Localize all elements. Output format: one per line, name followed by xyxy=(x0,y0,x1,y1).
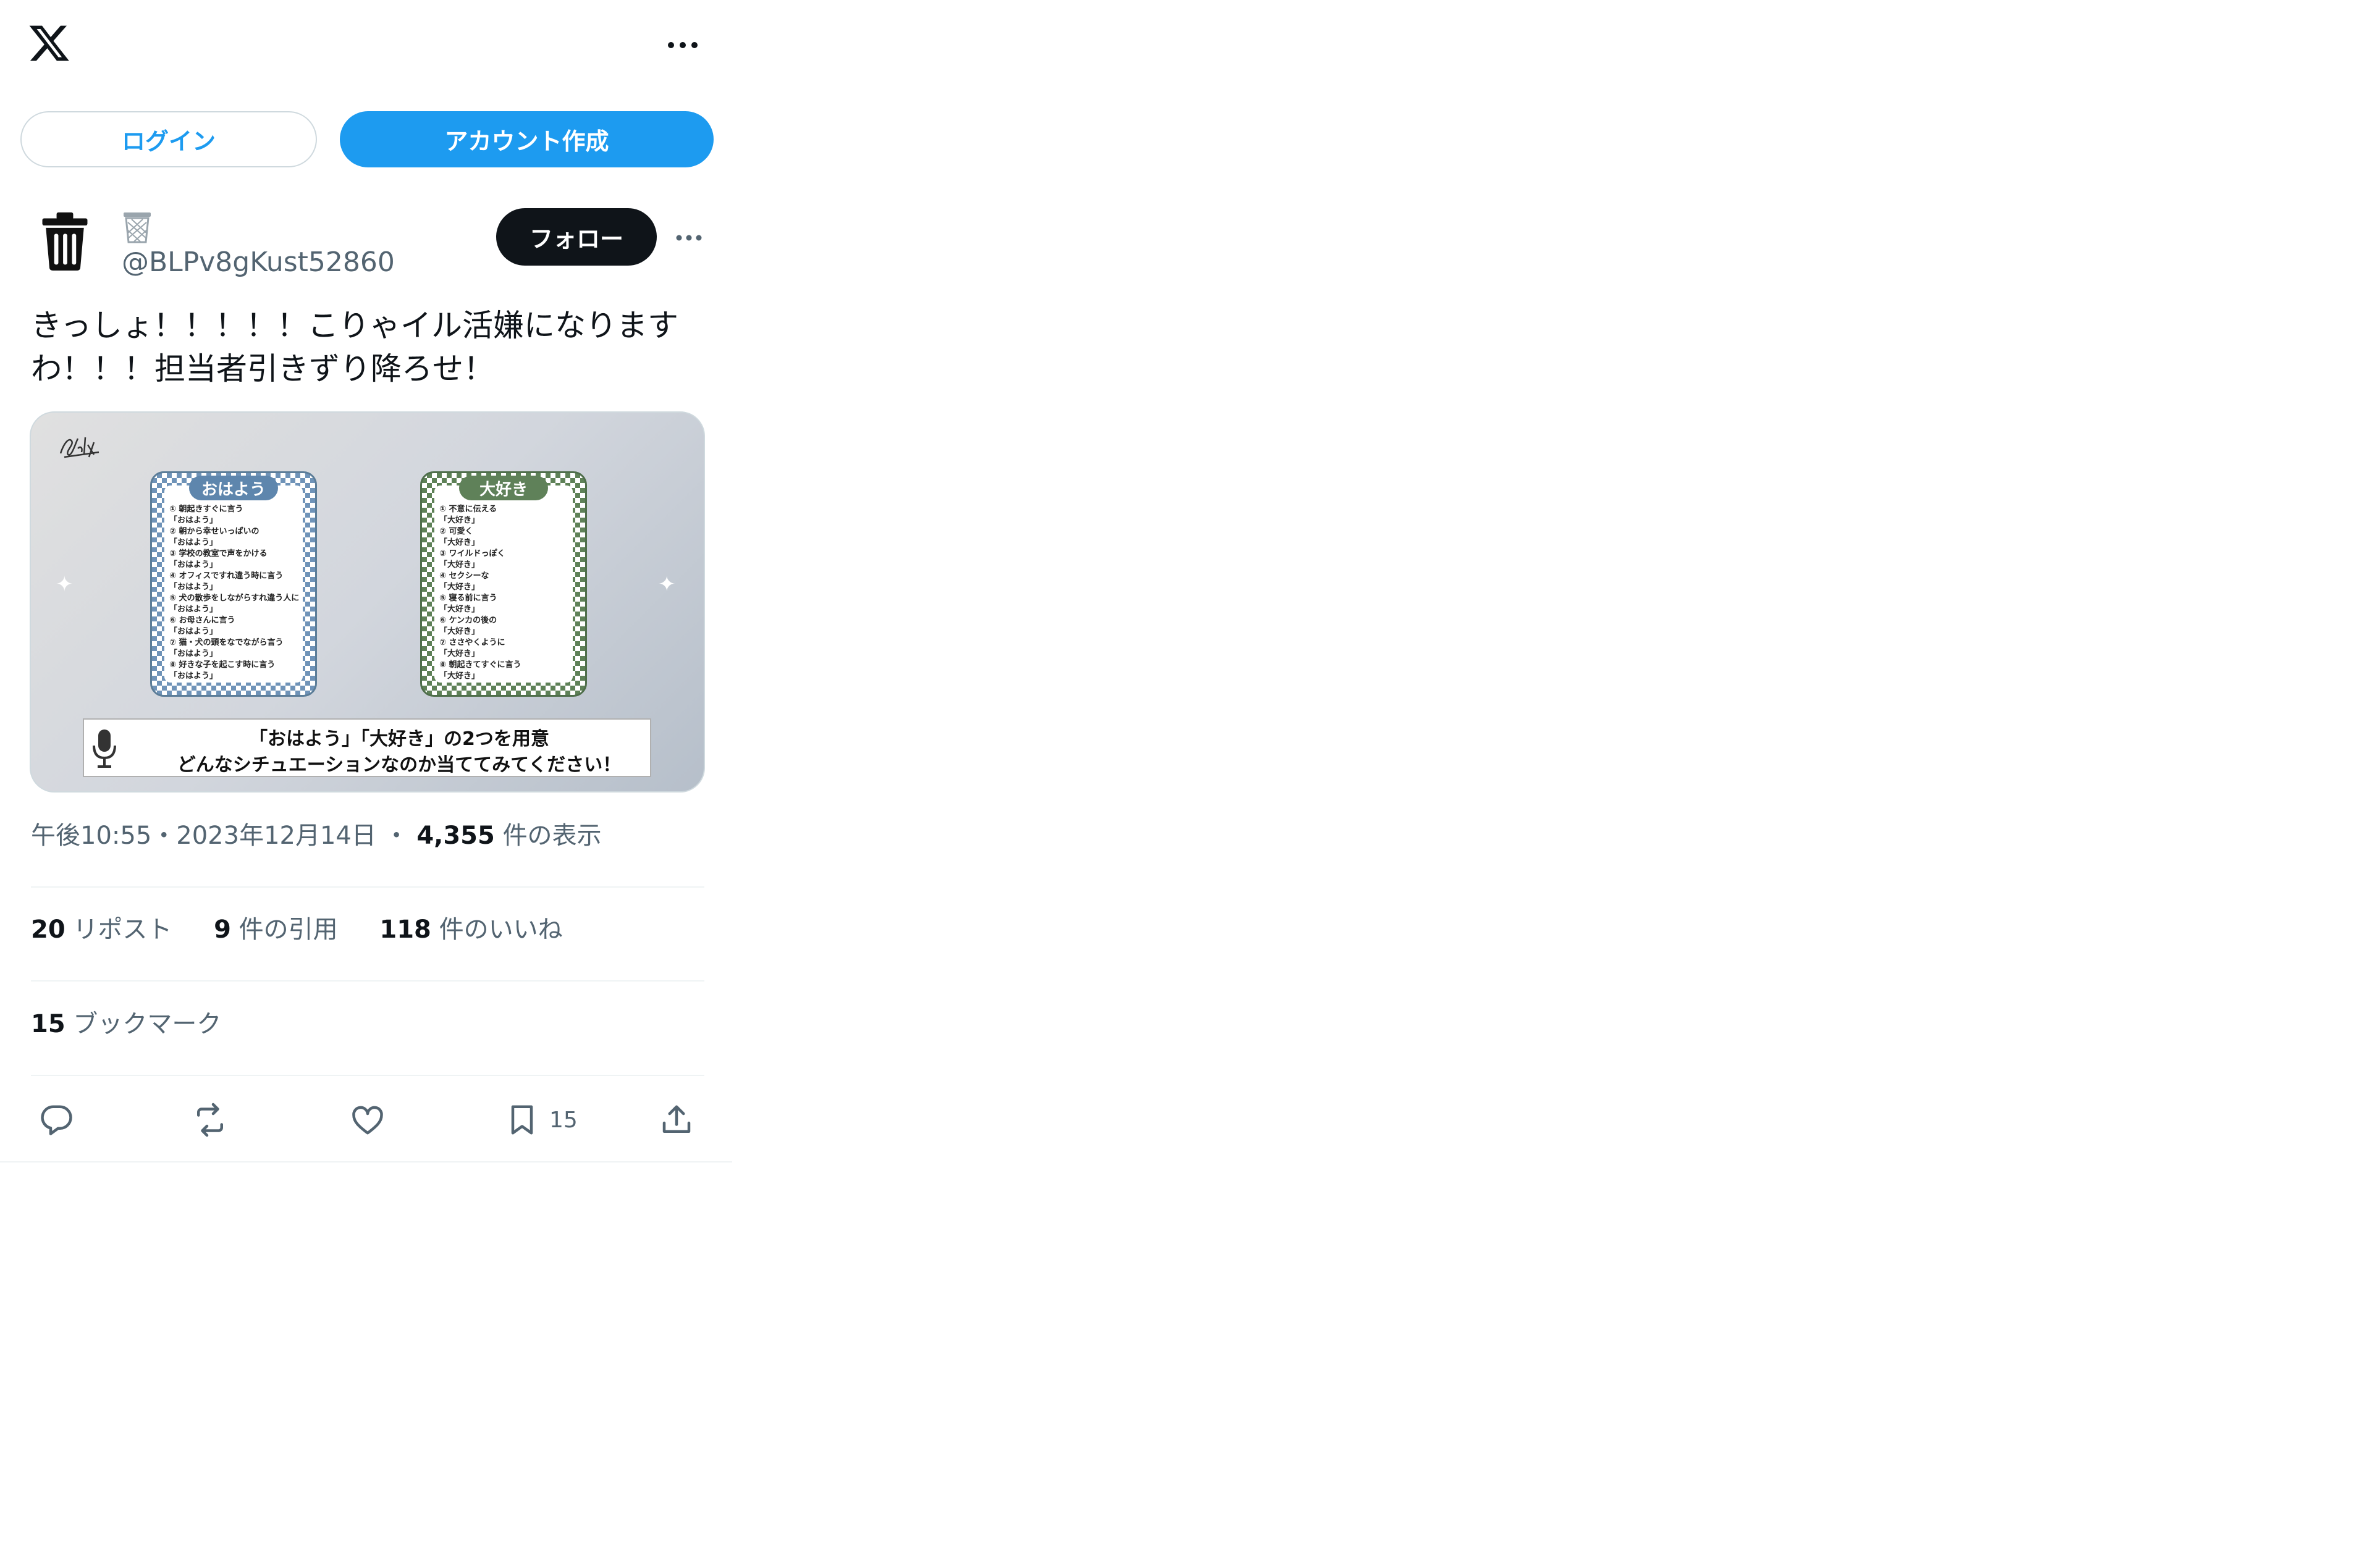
divider xyxy=(31,980,704,982)
top-header xyxy=(0,0,732,93)
post-text: きっしょ！！！！！こりゃイル活嫌になりますわ！！！担当者引きずり降ろせ！ xyxy=(31,308,678,387)
card-line: 「おはよう」 xyxy=(169,605,218,614)
card-daisuki: 大好き ① 不意に伝える 「大好き」 ② 可愛く 「大好き」 ③ ワイルドっぽく… xyxy=(420,471,587,697)
image-caption-box: 「おはよう」「大好き」の2つを用意 どんなシチュエーションなのか当ててみてくださ… xyxy=(83,718,651,777)
card-line: ④ オフィスですれ違う時に言う xyxy=(169,571,284,581)
card-line: ③ ワイルドっぽく xyxy=(439,549,505,558)
repost-icon xyxy=(197,1103,223,1137)
card-line: 「おはよう」 xyxy=(169,560,218,570)
card-line: 「大好き」 xyxy=(439,582,480,592)
meta-separator: ・ xyxy=(384,822,409,850)
caption-line-1: 「おはよう」「大好き」の2つを用意 xyxy=(249,728,549,750)
signature-mark xyxy=(59,437,99,458)
card-line: 「大好き」 xyxy=(439,538,480,547)
bookmarks-label: ブックマーク xyxy=(73,1010,222,1038)
card-line: ④ セクシーな xyxy=(439,571,489,581)
post-meta: 午後10:55・2023年12月14日 ・ 4,355 件の表示 xyxy=(31,820,602,851)
post-detail-column: ログイン アカウント作成 @BLPv8gKust52860 フォロー きっしょ！… xyxy=(0,0,732,1162)
likes-stat[interactable]: 118 件のいいね xyxy=(379,915,562,944)
card-line: ⑤ 犬の散歩をしながらすれ違う人に xyxy=(169,594,300,603)
post-date[interactable]: 2023年12月14日 xyxy=(176,822,376,850)
more-horizontal-icon[interactable] xyxy=(661,30,704,61)
action-bar: 15 xyxy=(0,1087,732,1152)
bookmarks-count: 15 xyxy=(31,1010,65,1038)
avatar[interactable] xyxy=(31,207,99,275)
card-line: 「大好き」 xyxy=(439,605,480,614)
bookmark-button[interactable]: 15 xyxy=(504,1101,578,1139)
sparkle-right-icon: ✦ xyxy=(658,572,676,597)
card-line: ⑦ 猫・犬の頭をなでながら言う xyxy=(169,638,284,647)
card-line: 「おはよう」 xyxy=(169,582,218,592)
card-line: ⑦ ささやくように xyxy=(439,638,505,647)
likes-count: 118 xyxy=(379,915,431,944)
engagement-stats: 20 リポスト 9 件の引用 118 件のいいね xyxy=(31,914,597,945)
reposts-stat[interactable]: 20 リポスト xyxy=(31,915,172,944)
divider xyxy=(0,1161,732,1162)
divider xyxy=(31,1075,704,1076)
x-logo-icon[interactable] xyxy=(28,22,71,65)
card-line: 「おはよう」 xyxy=(169,627,218,636)
card-line: 「大好き」 xyxy=(439,560,480,570)
repost-button[interactable] xyxy=(192,1101,229,1139)
quotes-count: 9 xyxy=(214,915,231,944)
card-line: 「大好き」 xyxy=(439,649,480,658)
card-line: ① 朝起きすぐに言う xyxy=(169,505,243,514)
quotes-label: 件の引用 xyxy=(238,915,338,944)
share-button[interactable] xyxy=(658,1101,695,1139)
card-line: 「大好き」 xyxy=(439,516,480,525)
view-count: 4,355 xyxy=(416,822,495,850)
microphone-icon xyxy=(93,729,116,768)
login-button[interactable]: ログイン xyxy=(20,111,317,167)
reply-button[interactable] xyxy=(38,1101,75,1139)
heart-icon xyxy=(352,1106,383,1135)
reposts-count: 20 xyxy=(31,915,65,944)
wastebasket-emoji xyxy=(124,212,151,243)
auth-buttons: ログイン アカウント作成 xyxy=(20,111,714,170)
card-line: 「大好き」 xyxy=(439,627,480,636)
share-icon xyxy=(662,1105,691,1133)
bookmark-count: 15 xyxy=(549,1107,578,1133)
meta-separator: ・ xyxy=(151,822,177,850)
caption-line-2: どんなシチュエーションなのか当ててみてください！ xyxy=(177,754,622,776)
card-line: ② 朝から幸せいっぱいの xyxy=(169,527,260,536)
card-line: ⑧ 好きな子を起こす時に言う xyxy=(169,660,276,670)
card-daisuki-title: 大好き xyxy=(459,476,548,500)
view-count-label: 件の表示 xyxy=(502,822,602,850)
reposts-label: リポスト xyxy=(73,915,172,944)
post-image[interactable]: ✦ ✦ おはよう ① 朝起きすぐに言う 「おはよう」 ② 朝から幸せいっぱいの … xyxy=(30,411,705,793)
card-line: ② 可愛く xyxy=(439,527,473,536)
card-line: 「おはよう」 xyxy=(169,538,218,547)
bookmarks-stat[interactable]: 15 ブックマーク xyxy=(31,1009,221,1040)
card-daisuki-body: ① 不意に伝える 「大好き」 ② 可愛く 「大好き」 ③ ワイルドっぽく 「大好… xyxy=(434,486,573,683)
sparkle-left-icon: ✦ xyxy=(56,572,74,597)
card-ohayou-body: ① 朝起きすぐに言う 「おはよう」 ② 朝から幸せいっぱいの 「おはよう」 ③ … xyxy=(164,486,303,683)
quotes-stat[interactable]: 9 件の引用 xyxy=(214,915,338,944)
card-ohayou: おはよう ① 朝起きすぐに言う 「おはよう」 ② 朝から幸せいっぱいの 「おはよ… xyxy=(150,471,317,697)
card-line: ⑥ ケンカの後の xyxy=(439,616,497,625)
card-line: 「おはよう」 xyxy=(169,671,218,681)
user-handle[interactable]: @BLPv8gKust52860 xyxy=(122,246,395,279)
follow-button[interactable]: フォロー xyxy=(496,208,657,266)
post-time[interactable]: 午後10:55 xyxy=(31,822,151,850)
trash-icon xyxy=(42,212,88,271)
reply-icon xyxy=(41,1105,72,1135)
divider xyxy=(31,886,704,888)
like-button[interactable] xyxy=(349,1101,386,1139)
post-more-icon[interactable] xyxy=(670,225,707,250)
display-name[interactable] xyxy=(122,210,153,245)
card-line: ⑥ お母さんに言う xyxy=(169,616,235,625)
card-line: ⑤ 寝る前に言う xyxy=(439,594,497,603)
card-line: ⑧ 朝起きてすぐに言う xyxy=(439,660,521,670)
card-ohayou-title: おはよう xyxy=(189,476,278,500)
card-line: ③ 学校の教室で声をかける xyxy=(169,549,268,558)
card-line: 「おはよう」 xyxy=(169,649,218,658)
card-line: 「おはよう」 xyxy=(169,516,218,525)
likes-label: 件のいいね xyxy=(439,915,563,944)
card-line: ① 不意に伝える xyxy=(439,505,497,514)
bookmark-icon xyxy=(511,1105,533,1135)
card-line: 「大好き」 xyxy=(439,671,480,681)
create-account-button[interactable]: アカウント作成 xyxy=(340,111,714,167)
